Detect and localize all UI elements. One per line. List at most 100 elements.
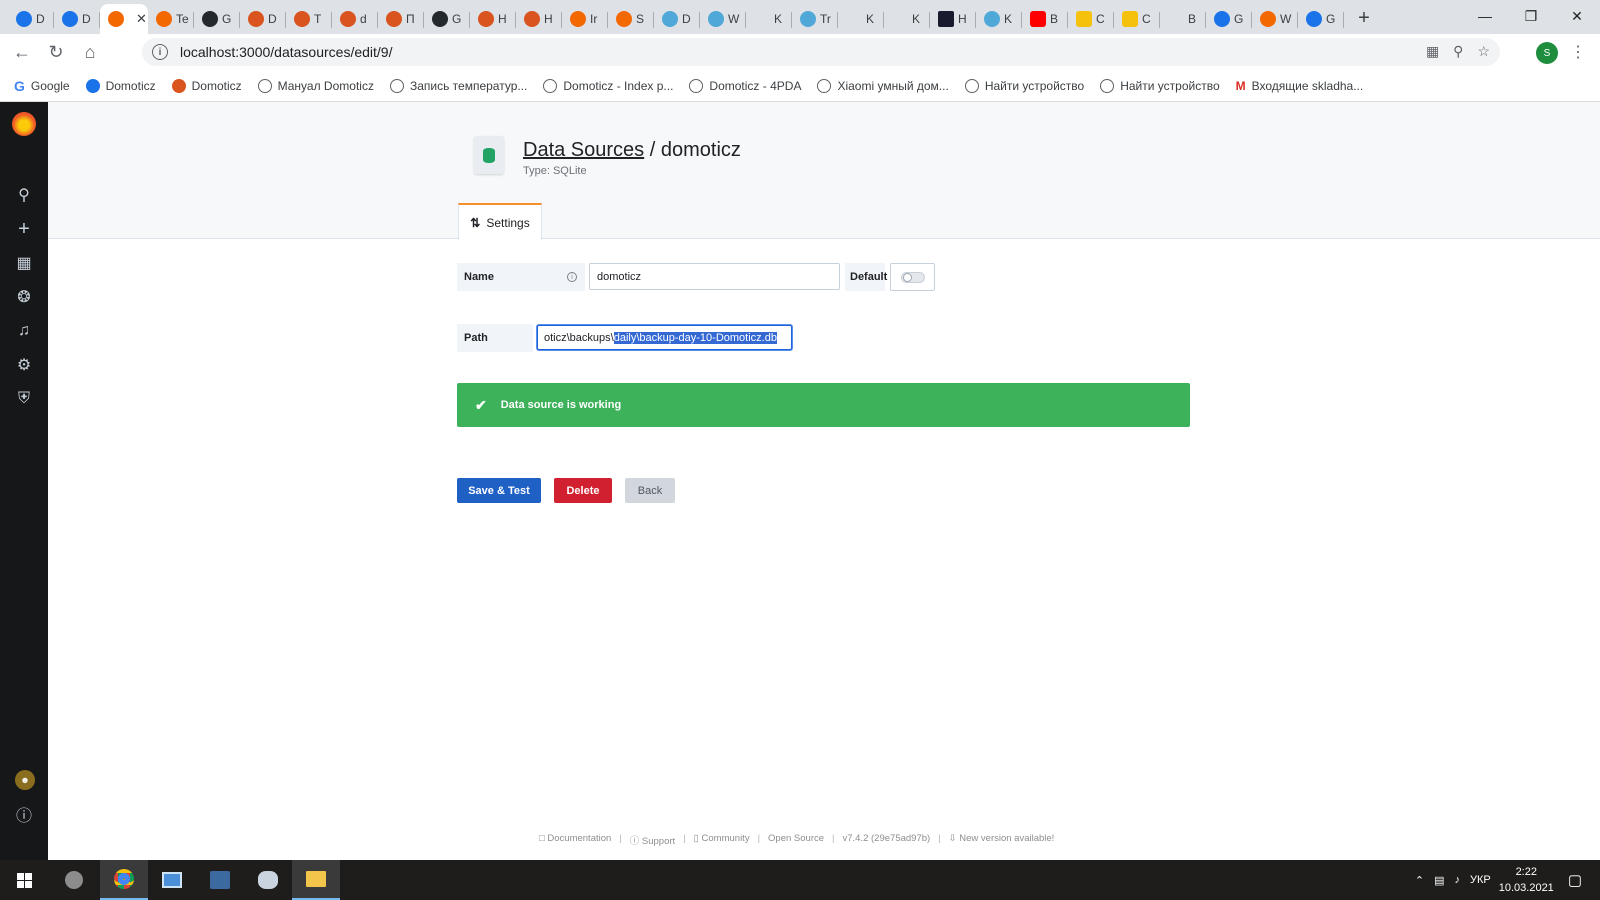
browser-tab[interactable]: G — [1298, 4, 1344, 34]
browser-tab[interactable]: B — [1022, 4, 1068, 34]
browser-tab[interactable]: C — [1068, 4, 1114, 34]
browser-tab[interactable]: D — [8, 4, 54, 34]
translate-icon[interactable]: ▦ — [1426, 43, 1439, 60]
browser-tab[interactable]: H — [470, 4, 516, 34]
bookmark-label: Domoticz — [105, 78, 156, 93]
browser-tab-title: G — [1234, 12, 1244, 26]
footer-support-link[interactable]: ⓘ Support — [630, 833, 675, 847]
browser-tab[interactable]: D — [654, 4, 700, 34]
browser-menu-icon[interactable]: ⋮ — [1570, 42, 1586, 62]
browser-tab[interactable]: Te — [148, 4, 194, 34]
create-plus-icon[interactable]: + — [0, 212, 48, 246]
restore-icon[interactable]: ❐ — [1508, 0, 1554, 32]
grafana-logo-icon[interactable] — [12, 112, 36, 136]
bookmark-item[interactable]: Найти устройство — [1100, 78, 1220, 93]
delete-button[interactable]: Delete — [554, 478, 612, 503]
server-admin-shield-icon[interactable]: ⛨ — [0, 382, 48, 416]
browser-tab[interactable]: K — [884, 4, 930, 34]
clock[interactable]: 2:22 10.03.2021 — [1499, 864, 1554, 896]
bookmark-item[interactable]: M Входящие skladha... — [1236, 79, 1364, 93]
browser-tab[interactable]: D — [240, 4, 286, 34]
footer-new-version-link[interactable]: ⇩ New version available! — [949, 833, 1055, 847]
minimize-icon[interactable]: — — [1462, 0, 1508, 32]
bookmark-item[interactable]: Domoticz — [85, 78, 156, 93]
star-icon[interactable]: ☆ — [1477, 43, 1490, 60]
volume-icon[interactable]: ♪ — [1455, 874, 1461, 886]
bookmark-item[interactable]: Domoticz - Index p... — [543, 78, 673, 93]
search-icon[interactable]: ⚲ — [0, 178, 48, 212]
taskbar-paint-icon[interactable] — [244, 860, 292, 900]
back-button[interactable]: Back — [625, 478, 675, 503]
file-explorer-icon[interactable] — [292, 860, 340, 900]
browser-tab[interactable]: H — [930, 4, 976, 34]
browser-tab[interactable]: T — [286, 4, 332, 34]
browser-tab[interactable]: G — [1206, 4, 1252, 34]
bookmark-item[interactable]: Domoticz — [171, 78, 242, 93]
browser-tab[interactable]: ✕ — [100, 4, 148, 34]
network-icon[interactable]: ▤ — [1434, 874, 1444, 887]
explore-compass-icon[interactable]: ❂ — [0, 280, 48, 314]
browser-tab[interactable]: G — [194, 4, 240, 34]
globe-icon — [662, 11, 678, 27]
reload-icon[interactable]: ↻ — [40, 36, 72, 68]
browser-tab[interactable]: K — [746, 4, 792, 34]
path-input[interactable]: oticz\backups\ daily\backup-day-10-Domoti… — [537, 325, 792, 350]
footer-documentation-link[interactable]: □ Documentation — [539, 833, 611, 847]
close-tab-icon[interactable]: ✕ — [136, 11, 147, 27]
close-window-icon[interactable]: ✕ — [1554, 0, 1600, 32]
info-icon[interactable]: i — [567, 272, 577, 282]
browser-tab[interactable]: G — [424, 4, 470, 34]
browser-tab[interactable]: K — [838, 4, 884, 34]
browser-tab[interactable]: D — [54, 4, 100, 34]
browser-tab[interactable]: S — [608, 4, 654, 34]
zoom-icon[interactable]: ⚲ — [1453, 43, 1463, 60]
browser-tab[interactable]: C — [1114, 4, 1160, 34]
browser-tab-title: Tr — [820, 12, 831, 26]
new-tab-button[interactable]: + — [1350, 4, 1378, 32]
browser-tab-title: D — [268, 12, 277, 26]
tab-settings[interactable]: ⇅ Settings — [458, 203, 542, 240]
footer-open-source-link[interactable]: Open Source — [768, 833, 824, 847]
browser-tab[interactable]: W — [700, 4, 746, 34]
name-input[interactable]: domoticz — [589, 263, 840, 290]
check-icon: ✔ — [475, 396, 487, 413]
chrome-taskbar-icon[interactable] — [100, 860, 148, 900]
taskbar-remote-icon[interactable] — [196, 860, 244, 900]
notification-icon[interactable]: ▢ — [1568, 871, 1582, 889]
alert-message: Data source is working — [500, 399, 622, 411]
taskbar-window-icon[interactable] — [148, 860, 196, 900]
browser-tab[interactable]: Ir — [562, 4, 608, 34]
windows-start-icon[interactable] — [0, 860, 48, 900]
browser-tab[interactable]: d — [332, 4, 378, 34]
browser-tab[interactable]: W — [1252, 4, 1298, 34]
profile-avatar[interactable]: S — [1536, 42, 1558, 64]
address-bar[interactable]: i localhost:3000/datasources/edit/9/ ▦ ⚲… — [142, 38, 1500, 66]
bookmark-item[interactable]: Найти устройство — [964, 78, 1084, 93]
browser-tab[interactable]: B — [1160, 4, 1206, 34]
breadcrumb-data-sources-link[interactable]: Data Sources — [523, 139, 644, 161]
language-indicator[interactable]: УКР — [1470, 874, 1491, 886]
bookmark-item[interactable]: G Google — [14, 78, 70, 94]
browser-tab[interactable]: Tr — [792, 4, 838, 34]
bookmark-item[interactable]: Domoticz - 4PDA — [689, 78, 801, 93]
chevron-up-icon[interactable]: ⌃ — [1415, 874, 1424, 887]
bookmark-item[interactable]: Запись температур... — [389, 78, 527, 93]
bookmark-item[interactable]: Мануал Domoticz — [257, 78, 374, 93]
home-icon[interactable]: ⌂ — [74, 36, 106, 68]
browser-tab[interactable]: П — [378, 4, 424, 34]
user-avatar[interactable]: ☻ — [15, 770, 35, 790]
browser-tab[interactable]: H — [516, 4, 562, 34]
back-arrow-icon[interactable]: ← — [6, 36, 38, 68]
taskbar-app-icon[interactable] — [50, 860, 98, 900]
browser-tab[interactable]: K — [976, 4, 1022, 34]
site-info-icon[interactable]: i — [152, 44, 168, 60]
save-test-button[interactable]: Save & Test — [457, 478, 541, 503]
default-toggle[interactable] — [890, 263, 935, 291]
alerting-bell-icon[interactable]: ♫ — [0, 314, 48, 348]
footer-community-link[interactable]: ▯ Community — [694, 833, 750, 847]
bookmark-item[interactable]: Xiaomi умный дом... — [817, 78, 949, 93]
help-icon[interactable]: ⓘ — [0, 797, 48, 831]
globe-icon — [689, 78, 704, 93]
dashboards-grid-icon[interactable]: ▦ — [0, 246, 48, 280]
configuration-gear-icon[interactable]: ⚙ — [0, 348, 48, 382]
